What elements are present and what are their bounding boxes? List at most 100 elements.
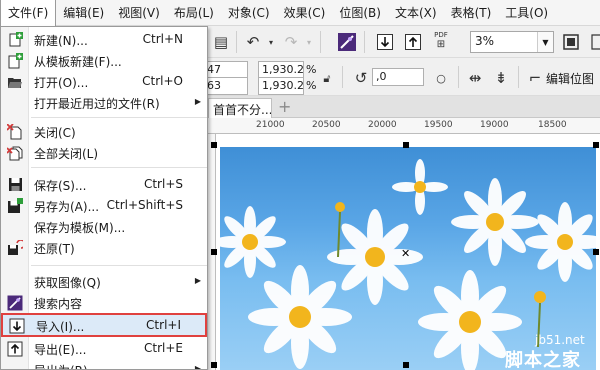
menu-item-label: 获取图像(Q) <box>34 276 101 290</box>
menu-item-open-recent[interactable]: 打开最近用过的文件(R) ▶ <box>1 92 207 113</box>
mirror-vertical-icon[interactable]: ⇟ <box>490 67 512 89</box>
menu-item-save[interactable]: 保存(S)... Ctrl+S <box>1 174 207 195</box>
menu-bitmap[interactable]: 位图(B) <box>332 0 388 26</box>
menu-item-save-as[interactable]: 另存为(A)... Ctrl+Shift+S <box>1 195 207 216</box>
ruler-tick: 18500 <box>538 120 567 130</box>
menu-item-acquire-image[interactable]: 获取图像(Q) ▶ <box>1 271 207 292</box>
menu-item-close-all[interactable]: 全部关闭(L) <box>1 142 207 163</box>
import-icon <box>8 317 26 334</box>
menu-item-close[interactable]: 关闭(C) <box>1 121 207 142</box>
menu-item-export-as[interactable]: 导出为(R) ▶ <box>1 359 207 370</box>
selection-handle[interactable] <box>593 249 599 255</box>
rotate-icon[interactable]: ↺ <box>350 67 372 89</box>
mirror-horizontal-icon[interactable]: ⇹ <box>464 67 486 89</box>
menu-item-label: 打开最近用过的文件(R) <box>34 97 160 111</box>
menu-item-new[interactable]: 新建(N)... Ctrl+N <box>1 29 207 50</box>
scale-y-field[interactable]: 1,930.2 <box>258 77 304 95</box>
center-marker-icon: ✕ <box>401 247 411 260</box>
export-icon <box>6 340 24 357</box>
toolbar-separator <box>236 31 237 53</box>
search-content-icon[interactable] <box>336 31 358 53</box>
menu-item-search-content[interactable]: 搜索内容 <box>1 292 207 313</box>
degree-icon: ○ <box>436 71 446 85</box>
scale-y-value: 1,930.2 <box>262 79 304 92</box>
menu-table[interactable]: 表格(T) <box>444 0 499 26</box>
ruler-tick: 19500 <box>424 120 453 130</box>
open-folder-icon <box>6 73 24 90</box>
rotation-field[interactable]: ,0 <box>372 68 424 86</box>
menu-item-shortcut: Ctrl+I <box>146 318 181 332</box>
publish-pdf-icon[interactable]: PDF ⊞ <box>430 29 452 51</box>
zoom-level-select[interactable]: 3% ▼ <box>470 31 554 53</box>
undo-dropdown-icon[interactable]: ▾ <box>260 31 282 53</box>
menu-separator <box>31 265 207 266</box>
menu-separator <box>31 117 207 118</box>
watermark-name: 脚本之家 <box>505 350 581 370</box>
menu-item-shortcut: Ctrl+N <box>142 32 183 46</box>
scale-y-unit: % <box>306 79 317 92</box>
menu-item-shortcut: Ctrl+Shift+S <box>106 198 183 212</box>
menu-view[interactable]: 视图(V) <box>111 0 167 26</box>
menu-item-label: 打开(O)... <box>34 76 89 90</box>
menu-separator <box>31 167 207 168</box>
redo-dropdown-icon[interactable]: ▾ <box>298 31 320 53</box>
scale-x-value: 1,930.2 <box>262 63 304 76</box>
selection-handle[interactable] <box>211 249 217 255</box>
menu-effects[interactable]: 效果(C) <box>277 0 333 26</box>
toolbar-separator <box>320 31 321 53</box>
menu-item-shortcut: Ctrl+S <box>143 177 183 191</box>
selection-handle[interactable] <box>403 362 409 368</box>
menu-item-save-as-template[interactable]: 保存为模板(M)... <box>1 216 207 237</box>
height-field[interactable]: 63 mm <box>204 77 248 105</box>
menu-text[interactable]: 文本(X) <box>388 0 444 26</box>
snap-icon[interactable] <box>586 31 600 53</box>
toolbar-separator <box>518 66 519 88</box>
edit-bitmap-button[interactable]: 编辑位图 <box>546 70 594 87</box>
new-tab-icon[interactable]: + <box>278 98 291 116</box>
full-screen-icon[interactable] <box>560 31 582 53</box>
menu-item-shortcut: Ctrl+E <box>144 341 183 355</box>
menu-item-label: 导入(I)... <box>36 320 85 334</box>
menu-item-label: 新建(N)... <box>34 34 88 48</box>
toolbar-separator <box>342 66 343 88</box>
save-as-icon <box>6 197 24 214</box>
selection-handle[interactable] <box>211 362 217 368</box>
menu-item-import[interactable]: 导入(I)... Ctrl+I <box>1 313 207 337</box>
submenu-arrow-icon: ▶ <box>194 97 201 106</box>
paste-icon[interactable]: ▤ <box>210 31 232 53</box>
menu-item-export[interactable]: 导出(E)... Ctrl+E <box>1 338 207 359</box>
ruler-tick: 21000 <box>256 120 285 130</box>
menu-item-open[interactable]: 打开(O)... Ctrl+O <box>1 71 207 92</box>
property-bar: 47 mm 63 mm 1,930.2 1,930.2 % % 🔓︎ ↺ ,0 … <box>204 58 600 105</box>
menu-object[interactable]: 对象(C) <box>221 0 277 26</box>
lock-ratio-icon[interactable]: 🔓︎ <box>316 68 338 90</box>
menu-bar: 文件(F) 编辑(E) 视图(V) 布局(L) 对象(C) 效果(C) 位图(B… <box>0 0 600 26</box>
import-icon[interactable] <box>374 31 396 53</box>
submenu-arrow-icon: ▶ <box>194 364 201 370</box>
submenu-arrow-icon: ▶ <box>194 276 201 285</box>
revert-icon <box>6 239 24 256</box>
chevron-down-icon[interactable]: ▼ <box>537 32 553 52</box>
selection-handle[interactable] <box>593 142 599 148</box>
close-all-icon <box>6 144 24 161</box>
export-icon[interactable] <box>402 31 424 53</box>
toolbar-separator <box>364 31 365 53</box>
document-tab[interactable]: 首首不分... <box>208 98 272 118</box>
edit-bitmap-icon[interactable]: ⌐ <box>524 67 546 89</box>
zoom-level-value: 3% <box>475 34 495 48</box>
document-tabs: 首首不分... + <box>208 96 600 118</box>
menu-edit[interactable]: 编辑(E) <box>56 0 111 26</box>
menu-item-revert[interactable]: 还原(T) <box>1 237 207 258</box>
menu-layout[interactable]: 布局(L) <box>167 0 221 26</box>
selection-handle[interactable] <box>211 142 217 148</box>
watermark-site: jb51.net <box>535 333 585 347</box>
menu-item-new-from-template[interactable]: 从模板新建(F)... <box>1 50 207 71</box>
save-icon <box>6 176 24 193</box>
selection-handle[interactable] <box>403 142 409 148</box>
close-doc-icon <box>6 123 24 140</box>
menu-tools[interactable]: 工具(O) <box>498 0 555 26</box>
menu-file[interactable]: 文件(F) <box>0 0 57 26</box>
menu-item-label: 保存(S)... <box>34 179 87 193</box>
pdf-label: PDF <box>434 30 448 39</box>
menu-item-label: 还原(T) <box>34 242 75 256</box>
